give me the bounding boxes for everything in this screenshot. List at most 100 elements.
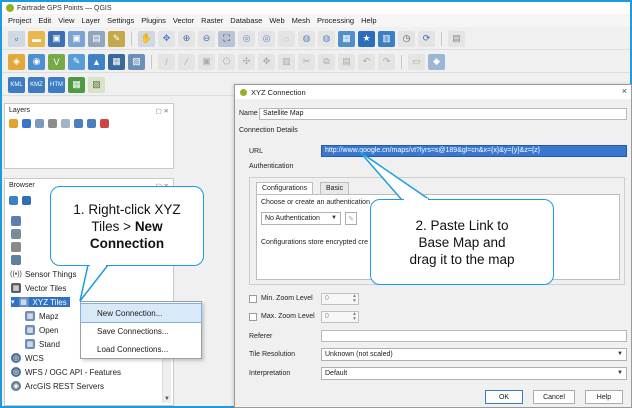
close-icon[interactable]: ×	[622, 86, 627, 96]
spin-arrows-icon[interactable]: ▲ ▼	[352, 294, 357, 304]
url-field[interactable]: http://www.google.cn/maps/vt?lyrs=s@189&…	[321, 145, 627, 157]
show-bookmarks-icon[interactable]: ▥	[378, 30, 395, 47]
menu-project[interactable]: Project	[8, 16, 31, 25]
vertex-tool-icon[interactable]: ✣	[238, 53, 255, 70]
data-source-manager-icon[interactable]: ◈	[8, 53, 25, 70]
style-icon[interactable]	[9, 119, 18, 128]
zoom-out-icon[interactable]: ⊖	[198, 30, 215, 47]
min-zoom-checkbox[interactable]	[249, 295, 257, 303]
spin-arrows-icon[interactable]: ▲ ▼	[352, 312, 357, 322]
tile-resolution-select[interactable]: Unknown (not scaled) ▼	[321, 348, 627, 361]
edit-line-icon[interactable]: ⁄	[178, 53, 195, 70]
edit-config-icon[interactable]: ✎	[345, 212, 357, 225]
browser-item-wcs[interactable]: ◎ WCS	[11, 353, 44, 363]
add-layer-icon[interactable]: ◉	[28, 53, 45, 70]
refresh-icon[interactable]: ⟳	[418, 30, 435, 47]
add-vector-layer-icon[interactable]: V	[48, 53, 65, 70]
statistics-icon[interactable]: ▤	[448, 30, 465, 47]
help-button[interactable]: Help	[585, 390, 623, 404]
auth-config-select[interactable]: No Authentication ▼	[261, 212, 341, 225]
menu-plugins[interactable]: Plugins	[141, 16, 166, 25]
menu-edit[interactable]: Edit	[38, 16, 51, 25]
menu-settings[interactable]: Settings	[107, 16, 134, 25]
menu-web[interactable]: Web	[269, 16, 284, 25]
expand-all-icon[interactable]	[74, 119, 83, 128]
add-wms-icon[interactable]: ▧	[128, 53, 145, 70]
list-item[interactable]	[11, 229, 21, 239]
add-group-icon[interactable]	[22, 119, 31, 128]
style-manager-icon[interactable]: ✎	[108, 30, 125, 47]
cut-icon[interactable]: ✂	[298, 53, 315, 70]
open-folder-icon[interactable]: ▬	[28, 30, 45, 47]
kml-icon[interactable]: KML	[8, 76, 25, 93]
kmz-icon[interactable]: KMZ	[28, 76, 45, 93]
min-zoom-spinbox[interactable]: 0 ▲ ▼	[321, 293, 359, 305]
redo-icon[interactable]: ↷	[378, 53, 395, 70]
new-project-icon[interactable]: ▫	[8, 30, 25, 47]
print-layout-icon[interactable]: ▤	[88, 30, 105, 47]
name-field[interactable]: Satellite Map	[259, 108, 627, 120]
map-icon[interactable]: ▦	[68, 76, 85, 93]
move-feature-icon[interactable]: ✥	[258, 53, 275, 70]
geometry-icon[interactable]: ▧	[88, 76, 105, 93]
list-item[interactable]	[11, 255, 21, 265]
list-item[interactable]	[11, 242, 21, 252]
zoom-next-icon[interactable]: ◍	[318, 30, 335, 47]
pan-icon[interactable]: ✋	[138, 30, 155, 47]
referer-field[interactable]	[321, 330, 627, 342]
browser-item-wfs[interactable]: ◎ WFS / OGC API - Features	[11, 367, 121, 377]
temporal-controller-icon[interactable]: ◷	[398, 30, 415, 47]
filter-icon[interactable]	[48, 119, 57, 128]
collapse-all-icon[interactable]	[87, 119, 96, 128]
browser-item-sensor-things[interactable]: ((•)) Sensor Things	[10, 269, 76, 279]
add-polygon-icon[interactable]: ⬠	[218, 53, 235, 70]
add-raster-icon[interactable]: ▦	[108, 53, 125, 70]
menu-item-new-connection[interactable]: New Connection...	[80, 303, 202, 323]
save-edits-icon[interactable]: ▣	[198, 53, 215, 70]
add-mesh-icon[interactable]: ▲	[88, 53, 105, 70]
add-selected-layers-icon[interactable]	[9, 196, 18, 205]
zoom-full-icon[interactable]: ⛶	[218, 30, 235, 47]
zoom-last-icon[interactable]: ◍	[298, 30, 315, 47]
menu-item-save-connections[interactable]: Save Connections...	[81, 322, 201, 340]
scroll-down-icon[interactable]: ▼	[164, 396, 170, 402]
html-icon[interactable]: HTM	[48, 76, 65, 93]
label-icon[interactable]: ▭	[408, 53, 425, 70]
browser-item-arcgis[interactable]: ◉ ArcGIS REST Servers	[11, 381, 104, 391]
pin-label-icon[interactable]: ◆	[428, 53, 445, 70]
max-zoom-spinbox[interactable]: 0 ▲ ▼	[321, 311, 359, 323]
menu-item-load-connections[interactable]: Load Connections...	[81, 340, 201, 358]
remove-layer-icon[interactable]	[100, 119, 109, 128]
digitize-icon[interactable]: ✎	[68, 53, 85, 70]
undo-icon[interactable]: ↶	[358, 53, 375, 70]
menu-processing[interactable]: Processing	[317, 16, 354, 25]
ok-button[interactable]: OK	[485, 390, 523, 404]
new-map-view-icon[interactable]: ▦	[338, 30, 355, 47]
browser-item-stand[interactable]: ▦ Stand	[25, 339, 60, 349]
menu-vector[interactable]: Vector	[173, 16, 194, 25]
max-zoom-checkbox[interactable]	[249, 313, 257, 321]
cancel-button[interactable]: Cancel	[533, 390, 575, 404]
new-bookmark-icon[interactable]: ★	[358, 30, 375, 47]
paste-icon[interactable]: ▤	[338, 53, 355, 70]
delete-selected-icon[interactable]: ▥	[278, 53, 295, 70]
visibility-icon[interactable]	[35, 119, 44, 128]
refresh-icon[interactable]	[22, 196, 31, 205]
menu-layer[interactable]: Layer	[81, 16, 100, 25]
menu-mesh[interactable]: Mesh	[292, 16, 310, 25]
zoom-native-icon[interactable]: ◌	[278, 30, 295, 47]
list-item[interactable]	[11, 216, 21, 226]
interpretation-select[interactable]: Default ▼	[321, 367, 627, 380]
edit-pencil-icon[interactable]: /	[158, 53, 175, 70]
zoom-layer-icon[interactable]: ◎	[238, 30, 255, 47]
copy-icon[interactable]: ⧉	[318, 53, 335, 70]
pan-to-selection-icon[interactable]: ✥	[158, 30, 175, 47]
collapse-arrow-icon[interactable]: ▾	[11, 298, 15, 306]
zoom-selection-icon[interactable]: ◎	[258, 30, 275, 47]
filter-expression-icon[interactable]	[61, 119, 70, 128]
menu-database[interactable]: Database	[230, 16, 262, 25]
zoom-in-icon[interactable]: ⊕	[178, 30, 195, 47]
save-as-icon[interactable]: ▣	[68, 30, 85, 47]
panel-float-close-icon[interactable]: ▢ ✕	[156, 107, 169, 115]
menu-view[interactable]: View	[58, 16, 74, 25]
